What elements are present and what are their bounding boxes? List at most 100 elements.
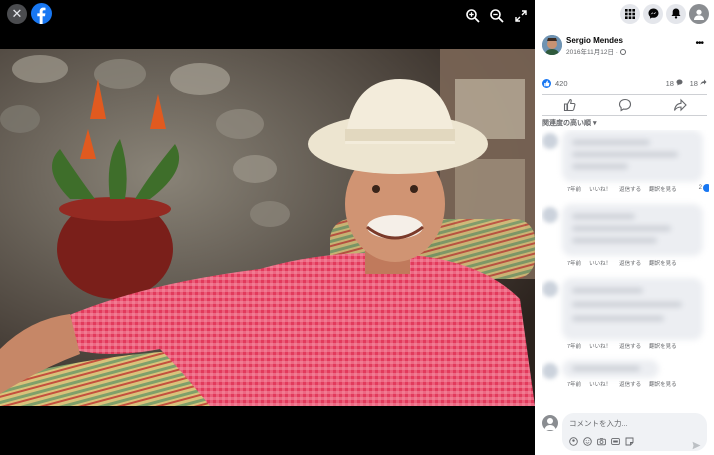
my-avatar[interactable] bbox=[542, 415, 558, 431]
emoji-button[interactable] bbox=[583, 437, 592, 446]
sticker-icon bbox=[625, 437, 634, 446]
zoom-in-icon bbox=[466, 9, 480, 23]
share-icon bbox=[673, 98, 687, 112]
zoom-in-button[interactable] bbox=[465, 8, 481, 24]
commenter-avatar[interactable] bbox=[542, 207, 558, 223]
emoji-icon bbox=[583, 437, 592, 446]
comment-time[interactable]: 7年前 bbox=[567, 259, 581, 267]
comment-input-placeholder: コメントを入力... bbox=[569, 419, 628, 428]
comment-bubble-icon bbox=[676, 79, 683, 86]
comment-time[interactable]: 7年前 bbox=[567, 185, 581, 193]
post-panel: Sergio Mendes 2016年11月12日 · ••• 420 18 1… bbox=[535, 0, 714, 455]
commenter-avatar[interactable] bbox=[542, 281, 558, 297]
avatar-sticker-button[interactable] bbox=[569, 437, 578, 446]
send-icon bbox=[692, 441, 701, 450]
comment-icon bbox=[618, 98, 631, 112]
like-button[interactable] bbox=[563, 98, 577, 112]
photo-image bbox=[0, 49, 535, 406]
share-count-value: 18 bbox=[689, 79, 698, 88]
fullscreen-icon bbox=[515, 10, 527, 22]
like-reaction-icon[interactable] bbox=[542, 79, 551, 88]
comment-reply-link[interactable]: 返信する bbox=[619, 380, 641, 388]
comment-button[interactable] bbox=[618, 98, 632, 112]
comment-reaction-count: 2 bbox=[698, 185, 702, 191]
zoom-out-icon bbox=[490, 9, 504, 23]
comment-meta: 7年前 いいね！ 返信する 翻訳を見る bbox=[567, 259, 677, 267]
facebook-logo[interactable] bbox=[31, 3, 52, 24]
avatar-sticker-icon bbox=[569, 437, 578, 446]
composer-tools bbox=[569, 437, 634, 446]
comment-like-link[interactable]: いいね！ bbox=[589, 185, 611, 193]
menu-button[interactable] bbox=[620, 3, 640, 24]
comment-sort-dropdown[interactable]: 関連度の高い順 ▾ bbox=[542, 118, 596, 128]
top-bar bbox=[535, 0, 714, 27]
viewer-toolbar bbox=[465, 8, 529, 24]
comment-bubble-blurred bbox=[562, 204, 703, 256]
author-photo bbox=[542, 35, 562, 55]
post-date[interactable]: 2016年11月12日 · bbox=[566, 46, 626, 56]
user-silhouette-icon bbox=[544, 418, 556, 430]
comment-like-link[interactable]: いいね！ bbox=[589, 259, 611, 267]
post-photo[interactable] bbox=[0, 49, 535, 406]
comment-bubble-blurred bbox=[562, 130, 703, 182]
comment-bubble-blurred bbox=[562, 278, 703, 340]
commenter-avatar[interactable] bbox=[542, 133, 558, 149]
account-avatar-icon bbox=[694, 9, 704, 20]
comment-count-value: 18 bbox=[665, 79, 674, 88]
comment-meta: 7年前 いいね！ 返信する 翻訳を見る bbox=[567, 380, 677, 388]
author-avatar[interactable] bbox=[542, 35, 562, 55]
globe-icon bbox=[619, 49, 626, 55]
comment-meta: 7年前 いいね！ 返信する 翻訳を見る bbox=[567, 342, 677, 350]
share-button[interactable] bbox=[673, 98, 687, 112]
photo-viewer-page: ✕ Sergio Mendes 2016年11月12日 · ••• 420 18… bbox=[0, 0, 714, 455]
share-arrow-icon bbox=[700, 79, 707, 85]
comment-like-link[interactable]: いいね！ bbox=[589, 342, 611, 350]
comment-list: 7年前 いいね！ 返信する 翻訳を見る 2 7年前 いいね！ 返信する 翻訳を見… bbox=[542, 130, 709, 408]
comment-like-link[interactable]: いいね！ bbox=[589, 380, 611, 388]
post-header: Sergio Mendes 2016年11月12日 · ••• bbox=[542, 35, 707, 57]
account-button[interactable] bbox=[689, 3, 709, 24]
camera-icon bbox=[597, 438, 606, 446]
messenger-button[interactable] bbox=[643, 3, 663, 24]
close-button[interactable]: ✕ bbox=[7, 4, 27, 24]
share-count[interactable]: 18 bbox=[690, 79, 707, 88]
comment-meta: 7年前 いいね！ 返信する 翻訳を見る bbox=[567, 185, 677, 193]
comment-bubble-blurred bbox=[562, 360, 659, 378]
menu-grid-icon bbox=[625, 8, 635, 19]
comment-item: 7年前 いいね！ 返信する 翻訳を見る bbox=[542, 204, 709, 278]
comment-time[interactable]: 7年前 bbox=[567, 342, 581, 350]
comment-reply-link[interactable]: 返信する bbox=[619, 259, 641, 267]
comment-translate-link[interactable]: 翻訳を見る bbox=[649, 185, 677, 193]
post-stats: 420 18 18 bbox=[542, 78, 707, 90]
divider bbox=[542, 115, 707, 116]
camera-button[interactable] bbox=[597, 437, 606, 446]
comment-count[interactable]: 18 bbox=[666, 79, 683, 88]
comment-translate-link[interactable]: 翻訳を見る bbox=[649, 259, 677, 267]
comment-input[interactable]: コメントを入力... bbox=[562, 413, 707, 451]
more-options-button[interactable]: ••• bbox=[695, 38, 703, 49]
like-icon bbox=[563, 98, 575, 112]
comment-reaction-badge[interactable]: 2 bbox=[699, 184, 709, 192]
comment-item: 7年前 いいね！ 返信する 翻訳を見る bbox=[542, 278, 709, 352]
bell-icon bbox=[671, 8, 681, 19]
commenter-avatar[interactable] bbox=[542, 363, 558, 379]
author-name[interactable]: Sergio Mendes bbox=[566, 36, 623, 45]
comment-reply-link[interactable]: 返信する bbox=[619, 185, 641, 193]
send-button[interactable] bbox=[692, 437, 701, 450]
comment-translate-link[interactable]: 翻訳を見る bbox=[649, 342, 677, 350]
comment-item: 7年前 いいね！ 返信する 翻訳を見る 2 bbox=[542, 130, 709, 204]
zoom-out-button[interactable] bbox=[489, 8, 505, 24]
close-icon: ✕ bbox=[11, 6, 23, 21]
fullscreen-button[interactable] bbox=[513, 8, 529, 24]
notifications-button[interactable] bbox=[666, 3, 686, 24]
comment-item: 7年前 いいね！ 返信する 翻訳を見る bbox=[542, 360, 709, 408]
reaction-count[interactable]: 420 bbox=[555, 79, 568, 88]
comment-reply-link[interactable]: 返信する bbox=[619, 342, 641, 350]
thumbs-up-icon bbox=[544, 80, 550, 87]
post-actions bbox=[542, 96, 707, 114]
comment-time[interactable]: 7年前 bbox=[567, 380, 581, 388]
sticker-button[interactable] bbox=[625, 437, 634, 446]
gif-button[interactable] bbox=[611, 437, 620, 446]
gif-icon bbox=[611, 438, 620, 445]
comment-translate-link[interactable]: 翻訳を見る bbox=[649, 380, 677, 388]
